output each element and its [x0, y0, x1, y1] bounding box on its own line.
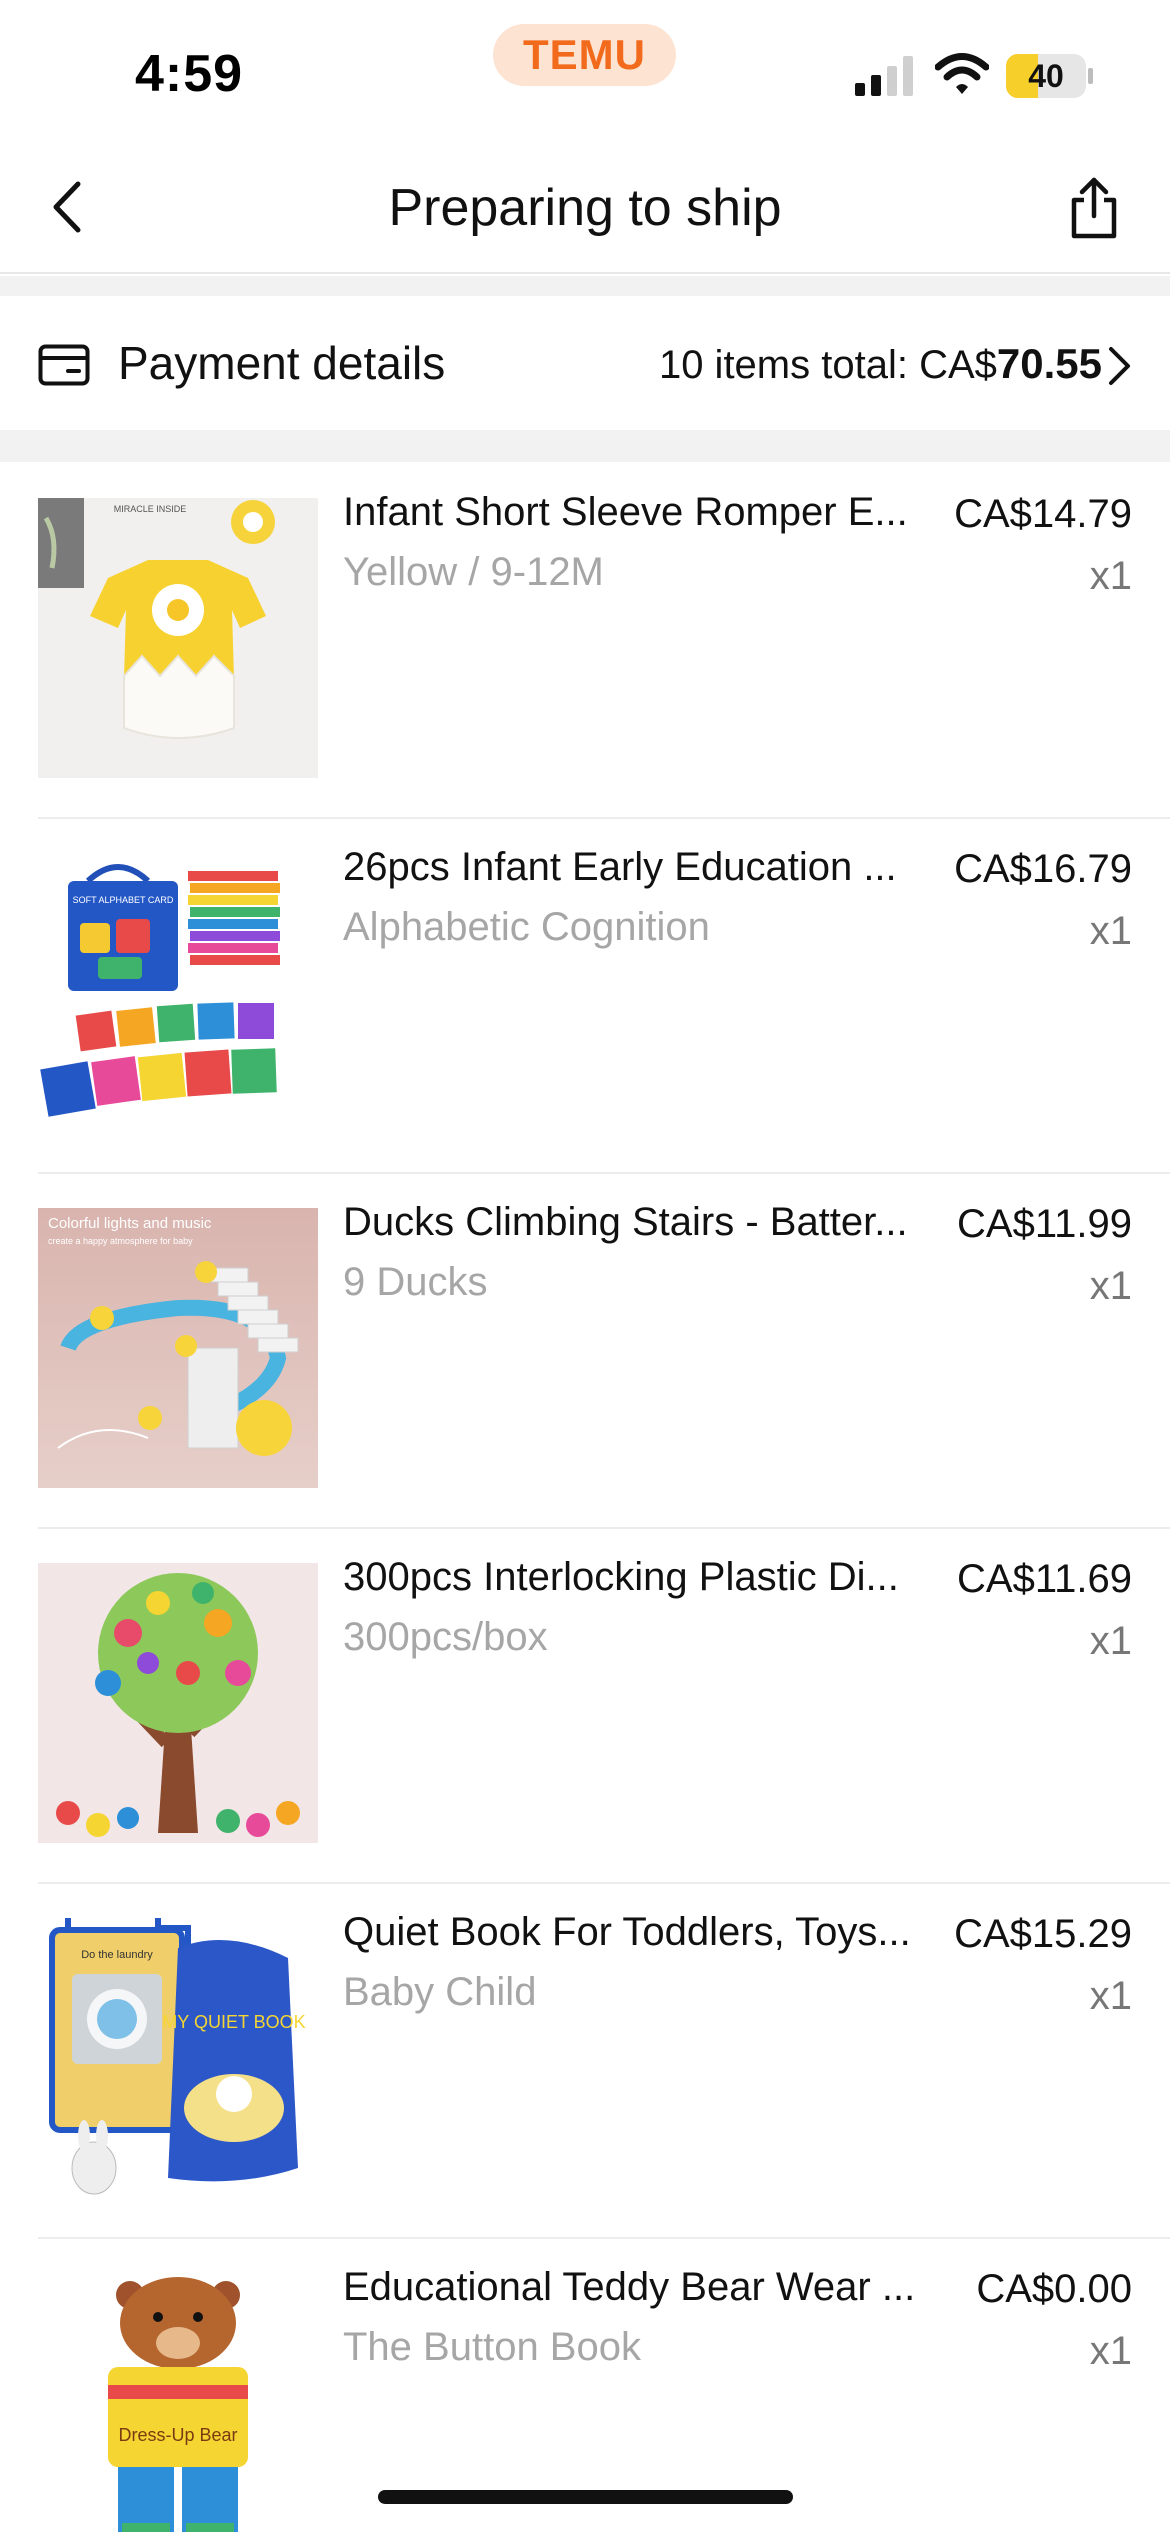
nav-bar: Preparing to ship: [0, 140, 1170, 274]
list-item[interactable]: Dress-Up Bear Educational Teddy Bear Wea…: [0, 2237, 1170, 2532]
item-quantity: x1: [1089, 1264, 1132, 1308]
item-quantity: x1: [1089, 909, 1132, 953]
list-item[interactable]: MIRACLE INSIDE Infant Short Sleeve Rompe…: [0, 462, 1170, 817]
item-price: CA$11.99: [957, 1202, 1132, 1246]
wifi-icon: [935, 53, 989, 94]
payment-details-row[interactable]: Payment details 10 items total: CA$70.55: [0, 296, 1170, 430]
cards-bag-text: SOFT ALPHABET CARD: [73, 895, 174, 905]
item-title[interactable]: Quiet Book For Toddlers, Toys...: [343, 1910, 933, 1955]
item-title[interactable]: Educational Teddy Bear Wear ...: [343, 2265, 933, 2310]
payment-amount: 70.55: [996, 340, 1102, 387]
status-time: 4:59: [135, 45, 244, 103]
list-item[interactable]: 300pcs Interlocking Plastic Di... 300pcs…: [0, 1527, 1170, 1882]
item-price: CA$14.79: [954, 492, 1132, 536]
section-divider: [0, 276, 1170, 296]
item-quantity: x1: [1089, 1619, 1132, 1663]
quiet-book-cover-text: MY QUIET BOOK: [162, 2012, 305, 2032]
item-variant: 9 Ducks: [343, 1260, 488, 1304]
item-variant: Baby Child: [343, 1970, 537, 2014]
item-variant: Alphabetic Cognition: [343, 905, 710, 949]
item-title[interactable]: 300pcs Interlocking Plastic Di...: [343, 1555, 933, 1600]
item-list: MIRACLE INSIDE Infant Short Sleeve Rompe…: [0, 462, 1170, 2532]
item-price: CA$0.00: [976, 2267, 1132, 2311]
romper-tag-text: MIRACLE INSIDE: [114, 504, 187, 514]
item-variant: 300pcs/box: [343, 1615, 548, 1659]
item-quantity: x1: [1089, 1974, 1132, 2018]
payment-currency: CA$: [919, 343, 997, 387]
duck-subtitle-text: create a happy atmosphere for baby: [48, 1236, 193, 1246]
list-item[interactable]: Do the laundry MY QUIET BOOK Quiet Book …: [0, 1882, 1170, 2237]
list-item[interactable]: SOFT ALPHABET CARD 26pcs Infant Early Ed…: [0, 817, 1170, 1172]
item-title[interactable]: Ducks Climbing Stairs - Batter...: [343, 1200, 933, 1245]
item-price: CA$11.69: [957, 1557, 1132, 1601]
temu-brand-text: TEMU: [523, 31, 646, 78]
page-title: Preparing to ship: [388, 179, 782, 237]
chevron-left-icon: [53, 181, 81, 233]
product-image-duck-stairs[interactable]: Colorful lights and music create a happy…: [38, 1208, 318, 1488]
item-quantity: x1: [1089, 2329, 1132, 2373]
product-image-interlocking-tree[interactable]: [38, 1563, 318, 1843]
status-bar: 4:59 TEMU 40: [0, 0, 1170, 140]
item-title[interactable]: Infant Short Sleeve Romper E...: [343, 490, 933, 535]
cellular-signal-icon: [855, 56, 913, 96]
item-title[interactable]: 26pcs Infant Early Education ...: [343, 845, 933, 890]
back-button[interactable]: [40, 177, 94, 237]
quiet-book-page-text: Do the laundry: [81, 1949, 153, 1961]
item-price: CA$16.79: [954, 847, 1132, 891]
payment-total: 10 items total: CA$70.55: [659, 340, 1102, 388]
duck-banner-text: Colorful lights and music: [48, 1215, 212, 1232]
temu-brand-badge: TEMU: [493, 24, 676, 86]
battery-icon: 40: [1006, 54, 1093, 98]
share-icon[interactable]: [1062, 176, 1126, 240]
product-image-teddy-bear[interactable]: Dress-Up Bear: [38, 2273, 318, 2532]
payment-total-prefix: 10 items total:: [658, 343, 920, 387]
item-variant: The Button Book: [343, 2325, 641, 2369]
product-image-quiet-book[interactable]: Do the laundry MY QUIET BOOK: [38, 1918, 318, 2198]
card-icon: [38, 344, 90, 386]
item-variant: Yellow / 9-12M: [343, 550, 604, 594]
item-quantity: x1: [1089, 554, 1132, 598]
chevron-right-icon: [1109, 347, 1130, 385]
product-image-romper[interactable]: MIRACLE INSIDE: [38, 498, 318, 778]
section-divider: [0, 430, 1170, 462]
battery-percent: 40: [1028, 58, 1064, 94]
payment-details-label: Payment details: [118, 337, 446, 389]
bear-label-text: Dress-Up Bear: [118, 2425, 237, 2445]
home-indicator[interactable]: [378, 2490, 793, 2504]
product-image-alphabet-cards[interactable]: SOFT ALPHABET CARD: [38, 853, 318, 1133]
list-item[interactable]: Colorful lights and music create a happy…: [0, 1172, 1170, 1527]
item-price: CA$15.29: [954, 1912, 1132, 1956]
